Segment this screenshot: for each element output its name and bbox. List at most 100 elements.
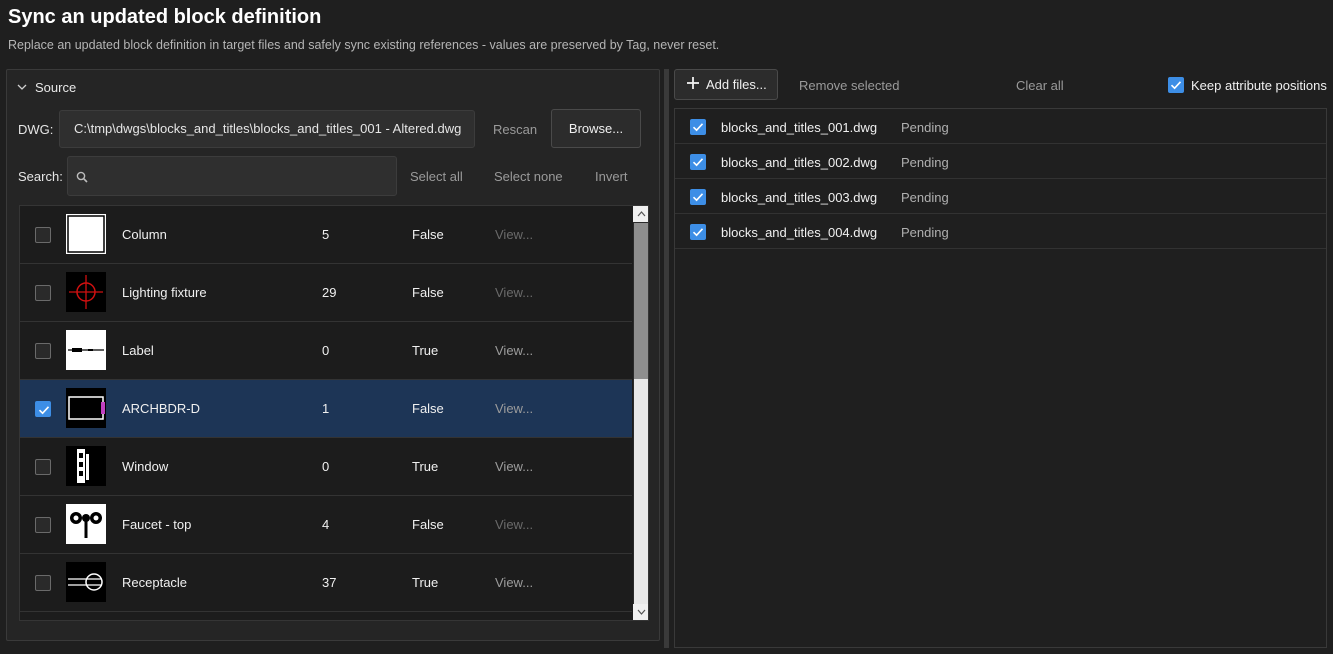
view-link[interactable]: View...	[495, 575, 533, 590]
chevron-up-icon	[637, 211, 646, 217]
block-row[interactable]: Receptacle 37 True View...	[20, 554, 632, 612]
block-checkbox[interactable]	[35, 517, 51, 533]
file-row[interactable]: blocks_and_titles_003.dwg Pending	[675, 179, 1326, 214]
block-thumbnail	[66, 214, 106, 254]
block-count: 5	[322, 227, 330, 242]
file-status: Pending	[901, 120, 949, 135]
file-checkbox[interactable]	[690, 154, 706, 170]
check-icon	[38, 406, 50, 415]
check-icon	[692, 193, 704, 202]
panel-splitter[interactable]	[664, 69, 669, 648]
select-all-button[interactable]: Select all	[410, 169, 463, 184]
block-row[interactable]: Window 0 True View...	[20, 438, 632, 496]
add-files-label: Add files...	[706, 77, 767, 92]
scroll-up-button[interactable]	[633, 206, 648, 222]
search-box[interactable]	[67, 156, 397, 196]
search-icon	[76, 170, 88, 188]
block-row[interactable]: Label 0 True View...	[20, 322, 632, 380]
chevron-down-icon	[17, 82, 27, 92]
view-link[interactable]: View...	[495, 343, 533, 358]
scrollbar-track[interactable]	[634, 379, 648, 604]
invert-button[interactable]: Invert	[595, 169, 628, 184]
block-flag: True	[412, 343, 439, 358]
view-link[interactable]: View...	[495, 459, 533, 474]
file-row[interactable]: blocks_and_titles_001.dwg Pending	[675, 109, 1326, 144]
block-count: 4	[322, 517, 330, 532]
block-name: ARCHBDR-D	[122, 401, 200, 416]
file-name: blocks_and_titles_002.dwg	[721, 155, 878, 170]
file-row[interactable]: blocks_and_titles_004.dwg Pending	[675, 214, 1326, 249]
add-files-button[interactable]: Add files...	[674, 69, 778, 100]
scrollbar-thumb[interactable]	[634, 223, 648, 379]
source-panel: Source DWG: C:\tmp\dwgs\blocks_and_title…	[6, 69, 660, 641]
scroll-down-button[interactable]	[633, 604, 648, 620]
file-name: blocks_and_titles_003.dwg	[721, 190, 878, 205]
check-icon	[1170, 81, 1182, 90]
chevron-down-icon	[637, 609, 646, 615]
block-flag: False	[412, 285, 444, 300]
block-thumbnail	[66, 446, 106, 486]
select-none-button[interactable]: Select none	[494, 169, 563, 184]
block-count: 1	[322, 401, 330, 416]
block-count: 0	[322, 343, 330, 358]
source-section-toggle[interactable]: Source	[17, 78, 76, 96]
file-checkbox[interactable]	[690, 189, 706, 205]
file-row[interactable]: blocks_and_titles_002.dwg Pending	[675, 144, 1326, 179]
block-thumbnail	[66, 562, 106, 602]
rescan-button[interactable]: Rescan	[493, 122, 537, 137]
view-link[interactable]: View...	[495, 401, 533, 416]
source-section-label: Source	[35, 79, 77, 95]
clear-all-button[interactable]: Clear all	[1016, 78, 1064, 93]
file-name: blocks_and_titles_004.dwg	[721, 225, 878, 240]
keep-positions-checkbox[interactable]	[1168, 77, 1184, 93]
dwg-path-field[interactable]: C:\tmp\dwgs\blocks_and_titles\blocks_and…	[59, 110, 475, 148]
block-row[interactable]: Lighting fixture 29 False View...	[20, 264, 632, 322]
block-checkbox[interactable]	[35, 285, 51, 301]
block-checkbox[interactable]	[35, 401, 51, 417]
view-link[interactable]: View...	[495, 285, 533, 300]
block-thumbnail	[66, 504, 106, 544]
check-icon	[692, 158, 704, 167]
file-status: Pending	[901, 225, 949, 240]
view-link[interactable]: View...	[495, 517, 533, 532]
block-row[interactable]: Column 5 False View...	[20, 206, 632, 264]
keep-attribute-positions-toggle[interactable]: Keep attribute positions	[1168, 77, 1327, 93]
file-checkbox[interactable]	[690, 119, 706, 135]
block-flag: True	[412, 575, 439, 590]
block-thumbnail	[66, 388, 106, 428]
view-link[interactable]: View...	[495, 227, 533, 242]
block-row[interactable]: ARCHBDR-D 1 False View...	[20, 380, 632, 438]
check-icon	[692, 228, 704, 237]
block-name: Receptacle	[122, 575, 188, 590]
block-row[interactable]: Faucet - top 4 False View...	[20, 496, 632, 554]
block-name: Lighting fixture	[122, 285, 207, 300]
check-icon	[692, 123, 704, 132]
block-checkbox[interactable]	[35, 343, 51, 359]
block-checkbox[interactable]	[35, 575, 51, 591]
file-name: blocks_and_titles_001.dwg	[721, 120, 878, 135]
file-status: Pending	[901, 190, 949, 205]
block-name: Label	[122, 343, 154, 358]
block-name: Faucet - top	[122, 517, 192, 532]
block-checkbox[interactable]	[35, 227, 51, 243]
keep-positions-label: Keep attribute positions	[1191, 77, 1327, 93]
file-checkbox[interactable]	[690, 224, 706, 240]
page-title: Sync an updated block definition	[8, 6, 322, 28]
search-input[interactable]	[96, 157, 391, 195]
block-thumbnail	[66, 272, 106, 312]
remove-selected-button[interactable]: Remove selected	[799, 78, 899, 93]
block-flag: False	[412, 401, 444, 416]
search-label: Search:	[18, 169, 63, 184]
block-name: Column	[122, 227, 167, 242]
browse-button[interactable]: Browse...	[551, 109, 641, 148]
block-checkbox[interactable]	[35, 459, 51, 475]
block-count: 37	[322, 575, 337, 590]
block-count: 29	[322, 285, 337, 300]
block-count: 0	[322, 459, 330, 474]
plus-icon	[686, 76, 700, 93]
file-status: Pending	[901, 155, 949, 170]
block-flag: False	[412, 227, 444, 242]
block-flag: True	[412, 459, 439, 474]
dwg-label: DWG:	[18, 122, 54, 137]
block-flag: False	[412, 517, 444, 532]
